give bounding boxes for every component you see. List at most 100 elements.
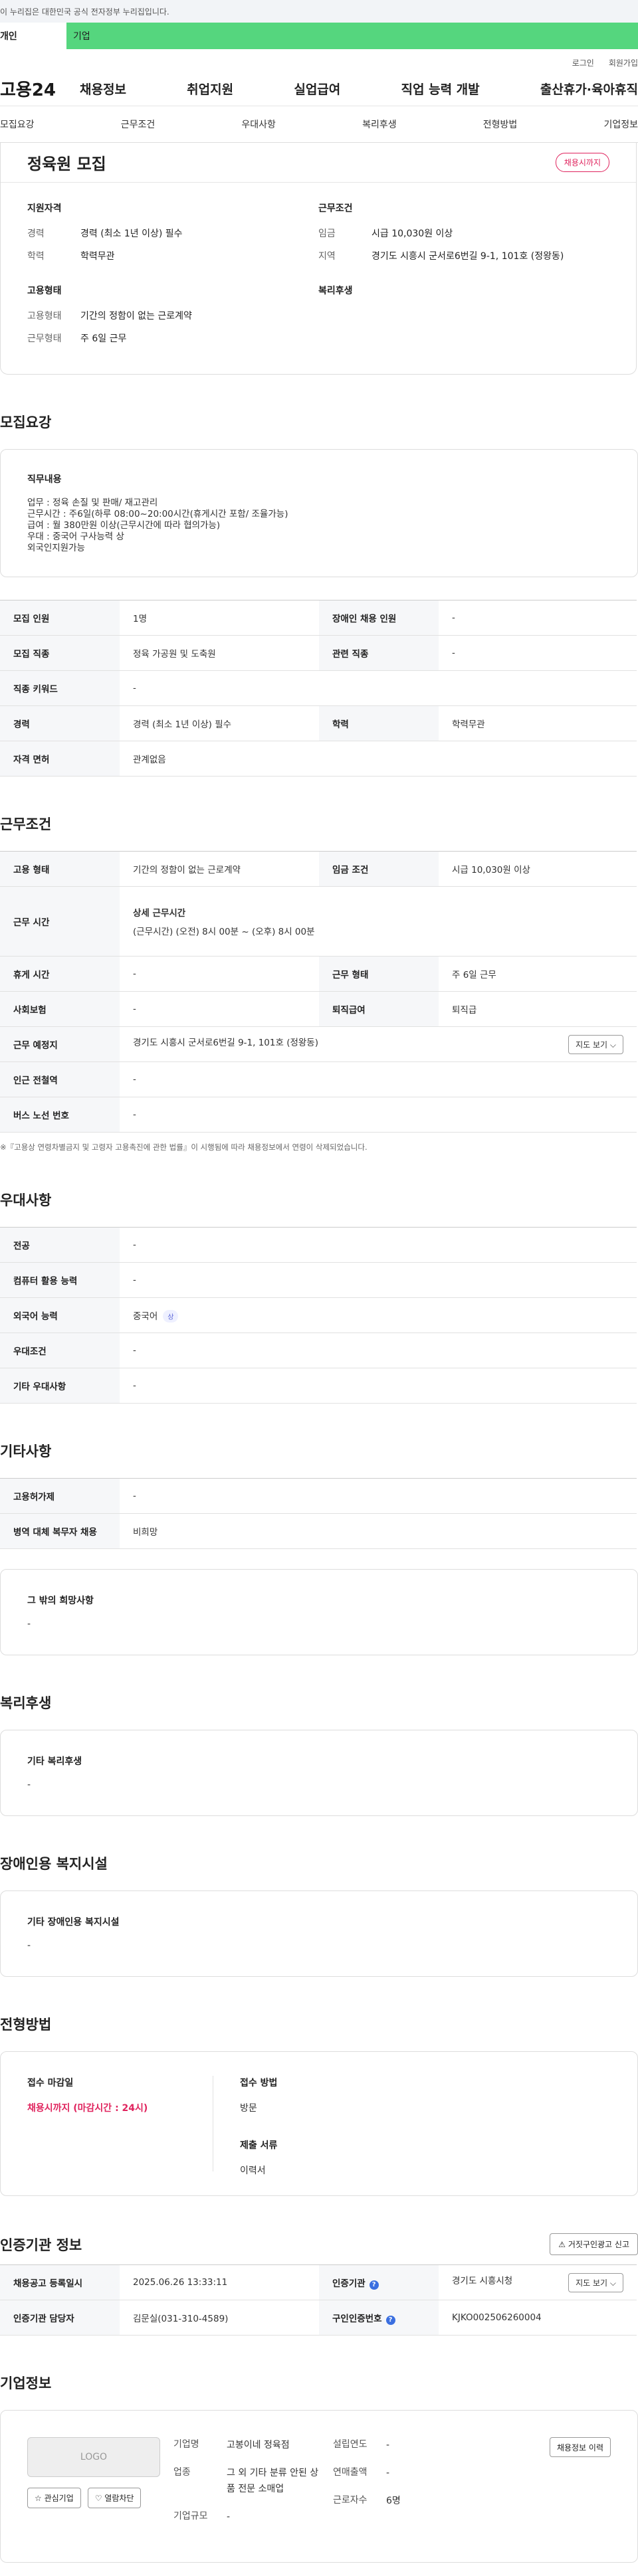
top-links: 로그인 회원가입 — [0, 53, 638, 72]
disabled-value: - — [27, 1940, 31, 1951]
anchor-tab-company[interactable]: 기업정보 — [603, 118, 638, 131]
summary-row: 지역 경기도 시흥시 군서로6번길 9-1, 101호 (정왕동) — [318, 249, 609, 262]
anchor-tab-recruit[interactable]: 모집요강 — [0, 118, 35, 131]
company-key: 설립연도 — [333, 2439, 368, 2450]
login-link[interactable]: 로그인 — [572, 57, 594, 68]
cell-key: 학력 — [319, 705, 439, 741]
cell-key: 근무 예정지 — [0, 1026, 120, 1062]
duty-title: 직무내용 — [27, 474, 62, 485]
process-method-col: 접수 방법 방문 제출 서류 이력서 — [213, 2076, 278, 2176]
company-section-title: 기업정보 — [0, 2375, 52, 2391]
company-row: 업종 그 외 기타 분류 안된 상품 전문 소매업 — [173, 2465, 333, 2497]
cell-key: 고용허가제 — [0, 1478, 120, 1514]
summary-row: 경력 경력 (최소 1년 이상) 필수 — [27, 227, 318, 240]
gnb-item-vocational-training[interactable]: 직업 능력 개발 — [401, 80, 480, 98]
work-section-title: 근무조건 — [0, 816, 52, 832]
job-summary-card: 정육원 모집 채용시까지 지원자격 경력 경력 (최소 1년 이상) 필수 학력 학… — [0, 143, 637, 375]
info-icon[interactable]: ? — [369, 2280, 379, 2290]
summary-grid: 지원자격 경력 경력 (최소 1년 이상) 필수 학력 학력무관 고용형태 고용형태… — [1, 183, 636, 374]
duty-line: 우대 : 중국어 구사능력 상 — [27, 531, 124, 542]
cell-value: - — [120, 1478, 637, 1514]
cell-key: 구인인증번호? — [319, 2300, 439, 2336]
company-info-col: 기업명 고봉이네 정육점 업종 그 외 기타 분류 안된 상품 전문 소매업 기업규… — [173, 2437, 333, 2535]
company-key: 업종 — [173, 2467, 191, 2478]
table-row: 인근 전철역 - — [0, 1061, 637, 1097]
employment-title: 고용형태 — [27, 286, 62, 296]
map-view-button[interactable]: 지도 보기 ⌵ — [568, 1034, 623, 1054]
table-row: 경력 경력 (최소 1년 이상) 필수 학력 학력무관 — [0, 705, 637, 741]
anchor-tab-welfare[interactable]: 복리후생 — [362, 118, 397, 131]
gnb-item-parental-leave[interactable]: 출산휴가·육아휴직 — [540, 80, 638, 98]
age-discrimination-note: ※『고용상 연령차별금지 및 고령자 고용촉진에 관한 법률』이 시행됨에 따라… — [0, 1143, 368, 1152]
company-row: 기업명 고봉이네 정육점 — [173, 2437, 333, 2453]
cell-key: 장애인 채용 인원 — [319, 600, 439, 636]
anchor-tab-work[interactable]: 근무조건 — [121, 118, 156, 131]
cert-number-label: 구인인증번호 — [332, 2313, 382, 2324]
hours-detail-value: (근무시간) (오전) 8시 00분 ~ (오후) 8시 00분 — [133, 927, 315, 937]
cell-key: 채용공고 등록일시 — [0, 2264, 120, 2300]
signup-link[interactable]: 회원가입 — [609, 57, 638, 68]
job-title: 정육원 모집 — [27, 155, 106, 173]
table-row: 모집 인원 1명 장애인 채용 인원 - — [0, 600, 637, 636]
report-false-ad-button[interactable]: ⚠ 거짓구인광고 신고 — [550, 2233, 638, 2255]
cell-value: 경기도 시흥시 군서로6번길 9-1, 101호 (정왕동) 지도 보기 ⌵ — [120, 1026, 637, 1062]
cell-key: 임금 조건 — [319, 851, 439, 887]
disabled-box: 기타 장애인용 복지시설 - — [0, 1890, 638, 1977]
table-row: 인증기관 담당자 김문실(031-310-4589) 구인인증번호? KJKO0025… — [0, 2300, 637, 2336]
anchor-tab-preferred[interactable]: 우대사항 — [241, 118, 276, 131]
cell-key: 병역 대체 복무자 채용 — [0, 1513, 120, 1549]
company-value: - — [227, 2512, 231, 2522]
method-title: 접수 방법 — [240, 2078, 278, 2088]
favorite-company-button[interactable]: ☆ 관심기업 — [27, 2488, 81, 2508]
cell-value: - — [120, 1097, 637, 1133]
cell-value: 기간의 정함이 없는 근로계약 — [120, 851, 319, 887]
detail-anchor-tabs: 모집요강 근무조건 우대사항 복리후생 전형방법 기업정보 — [0, 106, 638, 143]
cell-key: 경력 — [0, 705, 120, 741]
cell-value: 중국어 상 — [120, 1297, 637, 1333]
language-level-tag: 상 — [163, 1309, 179, 1323]
anchor-tab-process[interactable]: 전형방법 — [483, 118, 518, 131]
cell-value: - — [120, 1061, 637, 1097]
deadline-title: 접수 마감일 — [27, 2078, 74, 2088]
company-logo: LOGO — [27, 2437, 160, 2477]
job-history-button[interactable]: 채용정보 이력 — [549, 2437, 611, 2457]
site-logo[interactable]: 고용24 — [0, 76, 80, 101]
qualification-group: 지원자격 경력 경력 (최소 1년 이상) 필수 학력 학력무관 — [27, 201, 318, 262]
gnb-item-unemployment-benefit[interactable]: 실업급여 — [294, 80, 340, 98]
gnb-item-employment-support[interactable]: 취업지원 — [187, 80, 233, 98]
cell-key: 사회보험 — [0, 991, 120, 1027]
cert-map-button[interactable]: 지도 보기 ⌵ — [568, 2272, 623, 2292]
company-box: LOGO ☆ 관심기업 ♡ 열람차단 기업명 고봉이네 정육점 업종 그 외 기타 … — [0, 2410, 638, 2563]
welfare-box: 기타 복리후생 - — [0, 1730, 638, 1816]
company-info-col: 설립연도 - 연매출액 - 근로자수 6명 — [333, 2437, 492, 2535]
hours-detail-title: 상세 근무시간 — [133, 908, 186, 919]
table-row: 직종 키워드 - — [0, 670, 637, 706]
cell-key: 인근 전철역 — [0, 1061, 120, 1097]
summary-key: 임금 — [318, 229, 336, 239]
conditions-title: 근무조건 — [318, 203, 353, 214]
summary-row: 근무형태 주 6일 근무 — [27, 331, 318, 345]
process-box: 접수 마감일 채용시까지 (마감시간 : 24시) 접수 방법 방문 제출 서류… — [0, 2051, 638, 2196]
summary-value: 시급 10,030원 이상 — [372, 229, 453, 239]
block-view-button[interactable]: ♡ 열람차단 — [87, 2488, 142, 2508]
etc-section-title: 기타사항 — [0, 1443, 52, 1459]
method-value: 방문 — [240, 2103, 257, 2114]
summary-key: 경력 — [27, 229, 45, 239]
gov-banner-text: 이 누리집은 대한민국 공식 전자정부 누리집입니다. — [0, 7, 169, 17]
tab-individual[interactable]: 개인 — [0, 23, 66, 49]
cell-value: 비희망 — [120, 1513, 637, 1549]
cell-value: - — [120, 1368, 637, 1404]
other-wishes-title: 그 밖의 희망사항 — [27, 1596, 94, 1606]
cell-value: - — [120, 1333, 637, 1368]
cell-value: - — [120, 1227, 637, 1263]
gnb-item-jobs[interactable]: 채용정보 — [80, 80, 126, 98]
table-row: 사회보험 - 퇴직급여 퇴직급 — [0, 991, 637, 1027]
company-key: 연매출액 — [333, 2467, 368, 2478]
table-row: 고용 형태 기간의 정함이 없는 근로계약 임금 조건 시급 10,030원 이상 — [0, 851, 637, 887]
summary-value: 경기도 시흥시 군서로6번길 9-1, 101호 (정왕동) — [372, 251, 564, 262]
info-icon[interactable]: ? — [385, 2315, 395, 2325]
company-row: 기업규모 - — [173, 2509, 333, 2525]
recruit-section-title: 모집요강 — [0, 414, 52, 430]
tab-company[interactable]: 기업 — [66, 23, 143, 49]
other-wishes-value: - — [27, 1619, 31, 1629]
